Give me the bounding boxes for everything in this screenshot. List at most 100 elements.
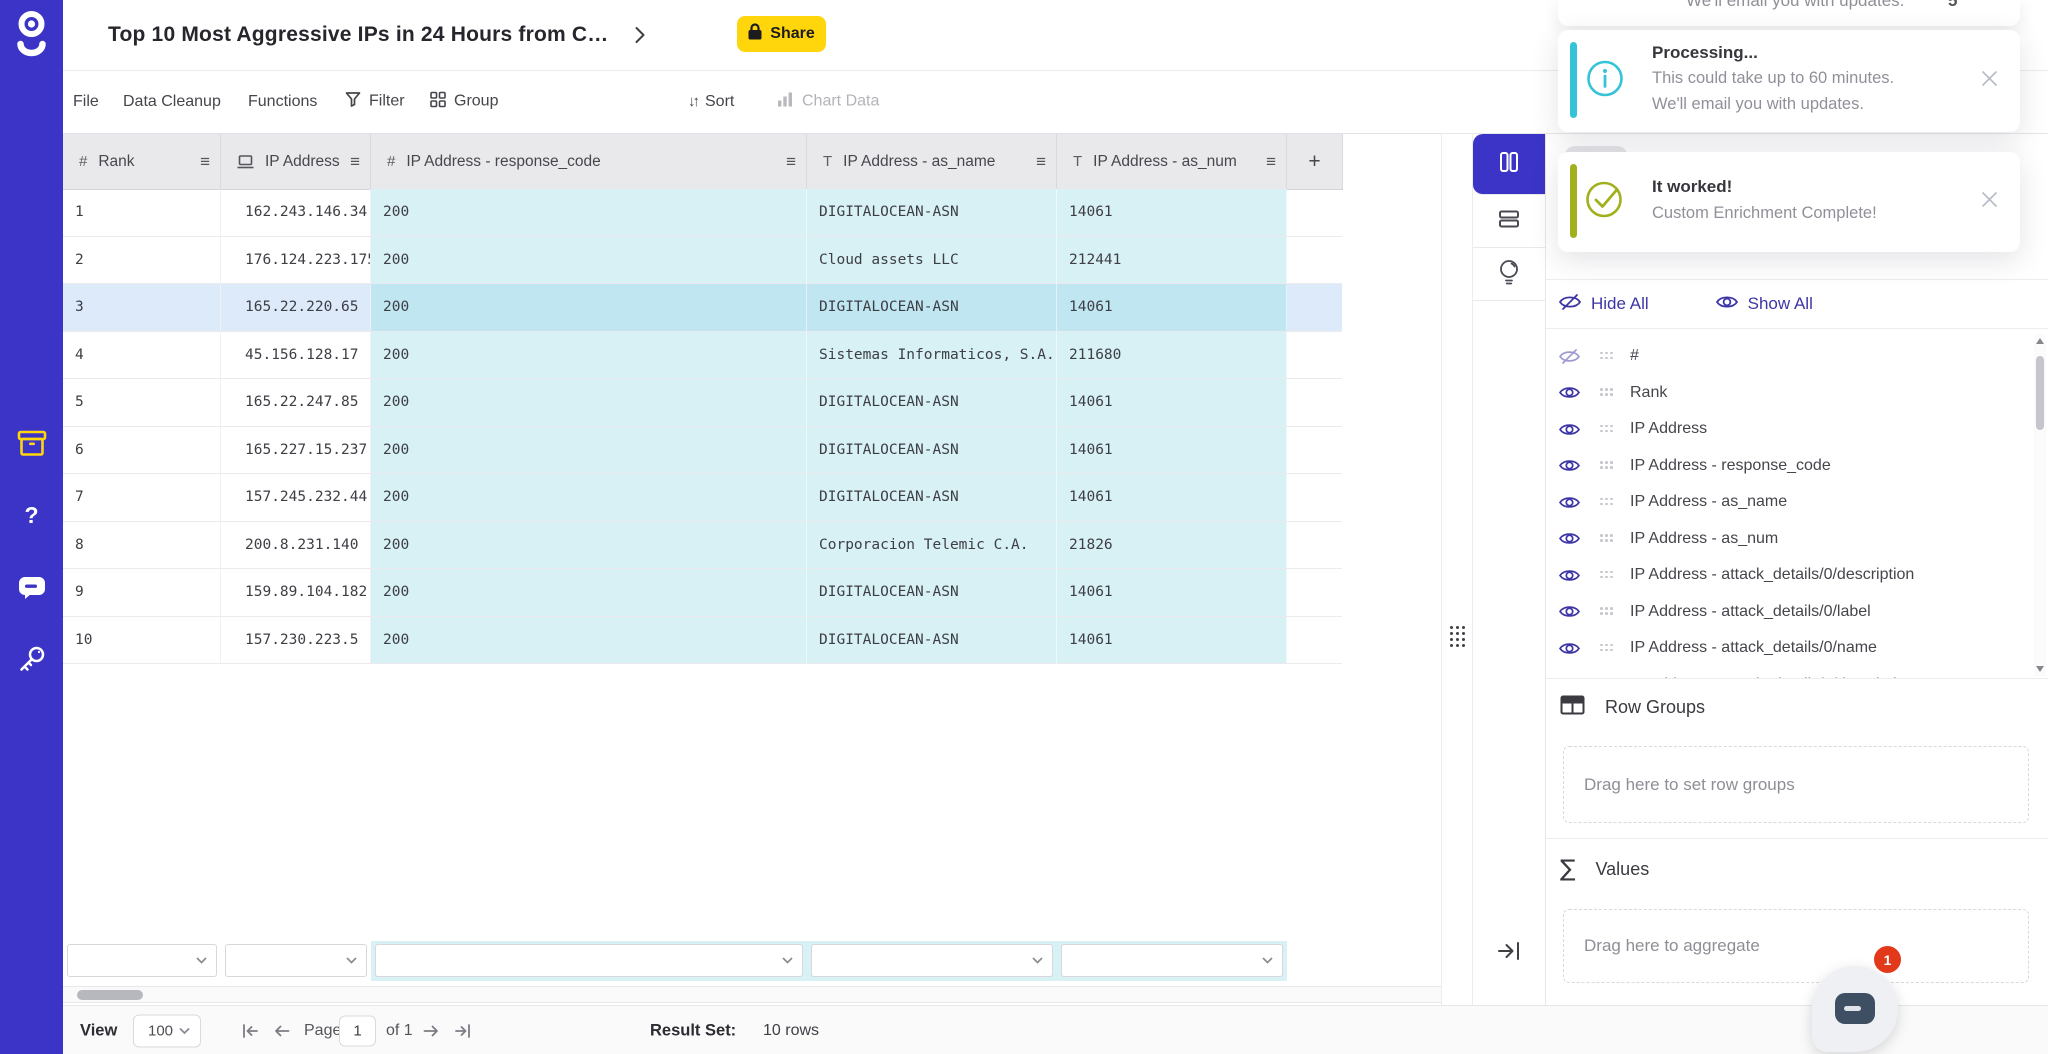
column-filter-input[interactable] xyxy=(811,944,1053,977)
drag-handle-icon[interactable] xyxy=(1450,626,1466,648)
drag-handle-icon[interactable] xyxy=(1600,644,1614,653)
cell[interactable]: DIGITALOCEAN-ASN xyxy=(807,284,1057,331)
eye-icon[interactable] xyxy=(1558,457,1584,474)
cell[interactable]: 200 xyxy=(371,474,807,521)
cell[interactable]: DIGITALOCEAN-ASN xyxy=(807,427,1057,474)
cell[interactable]: 5 xyxy=(63,379,221,426)
scroll-up-icon[interactable] xyxy=(2036,338,2044,344)
cell[interactable]: 14061 xyxy=(1057,379,1287,426)
drag-handle-icon[interactable] xyxy=(1600,607,1614,616)
panel-resize-gutter[interactable] xyxy=(1441,133,1473,1005)
cell[interactable]: 14061 xyxy=(1057,474,1287,521)
column-filter-input[interactable] xyxy=(225,944,367,977)
cell[interactable]: DIGITALOCEAN-ASN xyxy=(807,617,1057,664)
cell[interactable]: 176.124.223.175 xyxy=(221,237,371,284)
page-size-select[interactable]: 100 xyxy=(133,1014,201,1047)
eye-icon[interactable] xyxy=(1558,640,1584,657)
column-menu-icon[interactable]: ≡ xyxy=(1036,152,1046,172)
drag-handle-icon[interactable] xyxy=(1600,498,1614,507)
cell[interactable]: 21826 xyxy=(1057,522,1287,569)
share-button[interactable]: Share xyxy=(737,16,826,52)
values-dropzone[interactable]: Drag here to aggregate xyxy=(1563,909,2029,983)
first-page-button[interactable] xyxy=(242,1023,259,1038)
cell[interactable]: Sistemas Informaticos, S.A. xyxy=(807,332,1057,379)
cell[interactable]: 165.22.220.65 xyxy=(221,284,371,331)
column-filter-input[interactable] xyxy=(67,944,217,977)
cell[interactable]: 1 xyxy=(63,189,221,236)
column-header-col-ip-address-as-name[interactable]: TIP Address - as_name≡ xyxy=(807,134,1057,189)
cell[interactable]: 10 xyxy=(63,617,221,664)
cell[interactable]: DIGITALOCEAN-ASN xyxy=(807,379,1057,426)
cell[interactable]: 165.227.15.237 xyxy=(221,427,371,474)
row-groups-dropzone[interactable]: Drag here to set row groups xyxy=(1563,746,2029,823)
column-menu-icon[interactable]: ≡ xyxy=(200,152,210,172)
cell[interactable]: 14061 xyxy=(1057,284,1287,331)
key-icon[interactable] xyxy=(15,642,49,676)
field-item[interactable]: Rank xyxy=(1546,375,2048,412)
drag-handle-icon[interactable] xyxy=(1600,352,1614,361)
menu-functions[interactable]: Functions xyxy=(248,93,317,111)
cell[interactable]: DIGITALOCEAN-ASN xyxy=(807,569,1057,616)
eye-icon[interactable] xyxy=(1558,567,1584,584)
drag-handle-icon[interactable] xyxy=(1600,571,1614,580)
chat-message-icon[interactable] xyxy=(15,570,49,604)
close-icon[interactable] xyxy=(1977,66,2002,96)
column-filter-input[interactable] xyxy=(1061,944,1283,977)
column-filter-input[interactable] xyxy=(375,944,803,977)
cell[interactable]: DIGITALOCEAN-ASN xyxy=(807,189,1057,236)
field-list-scrollbar-thumb[interactable] xyxy=(2036,356,2044,430)
cell[interactable]: 200 xyxy=(371,332,807,379)
cell[interactable]: DIGITALOCEAN-ASN xyxy=(807,474,1057,521)
previous-page-button[interactable] xyxy=(274,1023,290,1038)
drag-handle-icon[interactable] xyxy=(1600,425,1614,434)
menu-sort[interactable]: ↓↑ Sort xyxy=(688,93,734,111)
drag-handle-icon[interactable] xyxy=(1600,534,1614,543)
cell[interactable]: 157.230.223.5 xyxy=(221,617,371,664)
cell[interactable]: 162.243.146.34 xyxy=(221,189,371,236)
chat-launcher-button[interactable] xyxy=(1812,966,1898,1052)
eye-icon[interactable] xyxy=(1558,676,1584,679)
cell[interactable]: 211680 xyxy=(1057,332,1287,379)
close-icon[interactable] xyxy=(1977,187,2002,217)
cell[interactable]: 45.156.128.17 xyxy=(221,332,371,379)
field-item[interactable]: IP Address - as_name xyxy=(1546,484,2048,521)
cell[interactable]: 157.245.232.44 xyxy=(221,474,371,521)
cell[interactable]: 14061 xyxy=(1057,617,1287,664)
field-item[interactable]: IP Address - response_code xyxy=(1546,448,2048,485)
menu-filter[interactable]: Filter xyxy=(345,91,405,112)
library-archive-icon[interactable] xyxy=(15,426,49,460)
show-all-button[interactable]: Show All xyxy=(1715,293,1813,316)
cell[interactable]: 200 xyxy=(371,569,807,616)
cell[interactable]: 200 xyxy=(371,522,807,569)
cell[interactable]: 200 xyxy=(371,189,807,236)
cell[interactable]: 9 xyxy=(63,569,221,616)
cell[interactable]: 4 xyxy=(63,332,221,379)
add-column-button[interactable]: + xyxy=(1287,134,1343,189)
eye-icon[interactable] xyxy=(1558,494,1584,511)
menu-file[interactable]: File xyxy=(73,93,99,111)
cell[interactable]: 212441 xyxy=(1057,237,1287,284)
field-list-scrollbar[interactable] xyxy=(2034,334,2046,676)
page-number-input[interactable]: 1 xyxy=(339,1015,376,1046)
hide-all-button[interactable]: Hide All xyxy=(1558,293,1649,316)
cell[interactable]: Cloud assets LLC xyxy=(807,237,1057,284)
cell[interactable]: 200.8.231.140 xyxy=(221,522,371,569)
eye-icon[interactable] xyxy=(1558,530,1584,547)
field-item[interactable]: IP Address - attack_details/0/label xyxy=(1546,594,2048,631)
column-header-col-ip-address[interactable]: IP Address≡ xyxy=(221,134,371,189)
cell[interactable]: 200 xyxy=(371,237,807,284)
cell[interactable]: 14061 xyxy=(1057,427,1287,474)
cell[interactable]: 200 xyxy=(371,284,807,331)
column-menu-icon[interactable]: ≡ xyxy=(350,152,360,172)
field-item[interactable]: IP Address - attack_details/1/descriptio… xyxy=(1546,667,2048,680)
cell[interactable]: 3 xyxy=(63,284,221,331)
eye-icon[interactable] xyxy=(1558,384,1584,401)
field-item[interactable]: IP Address - as_num xyxy=(1546,521,2048,558)
cell[interactable]: 200 xyxy=(371,617,807,664)
cell[interactable]: 200 xyxy=(371,379,807,426)
tab-filters[interactable] xyxy=(1473,195,1545,248)
column-header-col-ip-address-as-num[interactable]: TIP Address - as_num≡ xyxy=(1057,134,1287,189)
column-header-col-rank[interactable]: #Rank≡ xyxy=(63,134,221,189)
cell[interactable]: 14061 xyxy=(1057,189,1287,236)
cell[interactable]: 7 xyxy=(63,474,221,521)
